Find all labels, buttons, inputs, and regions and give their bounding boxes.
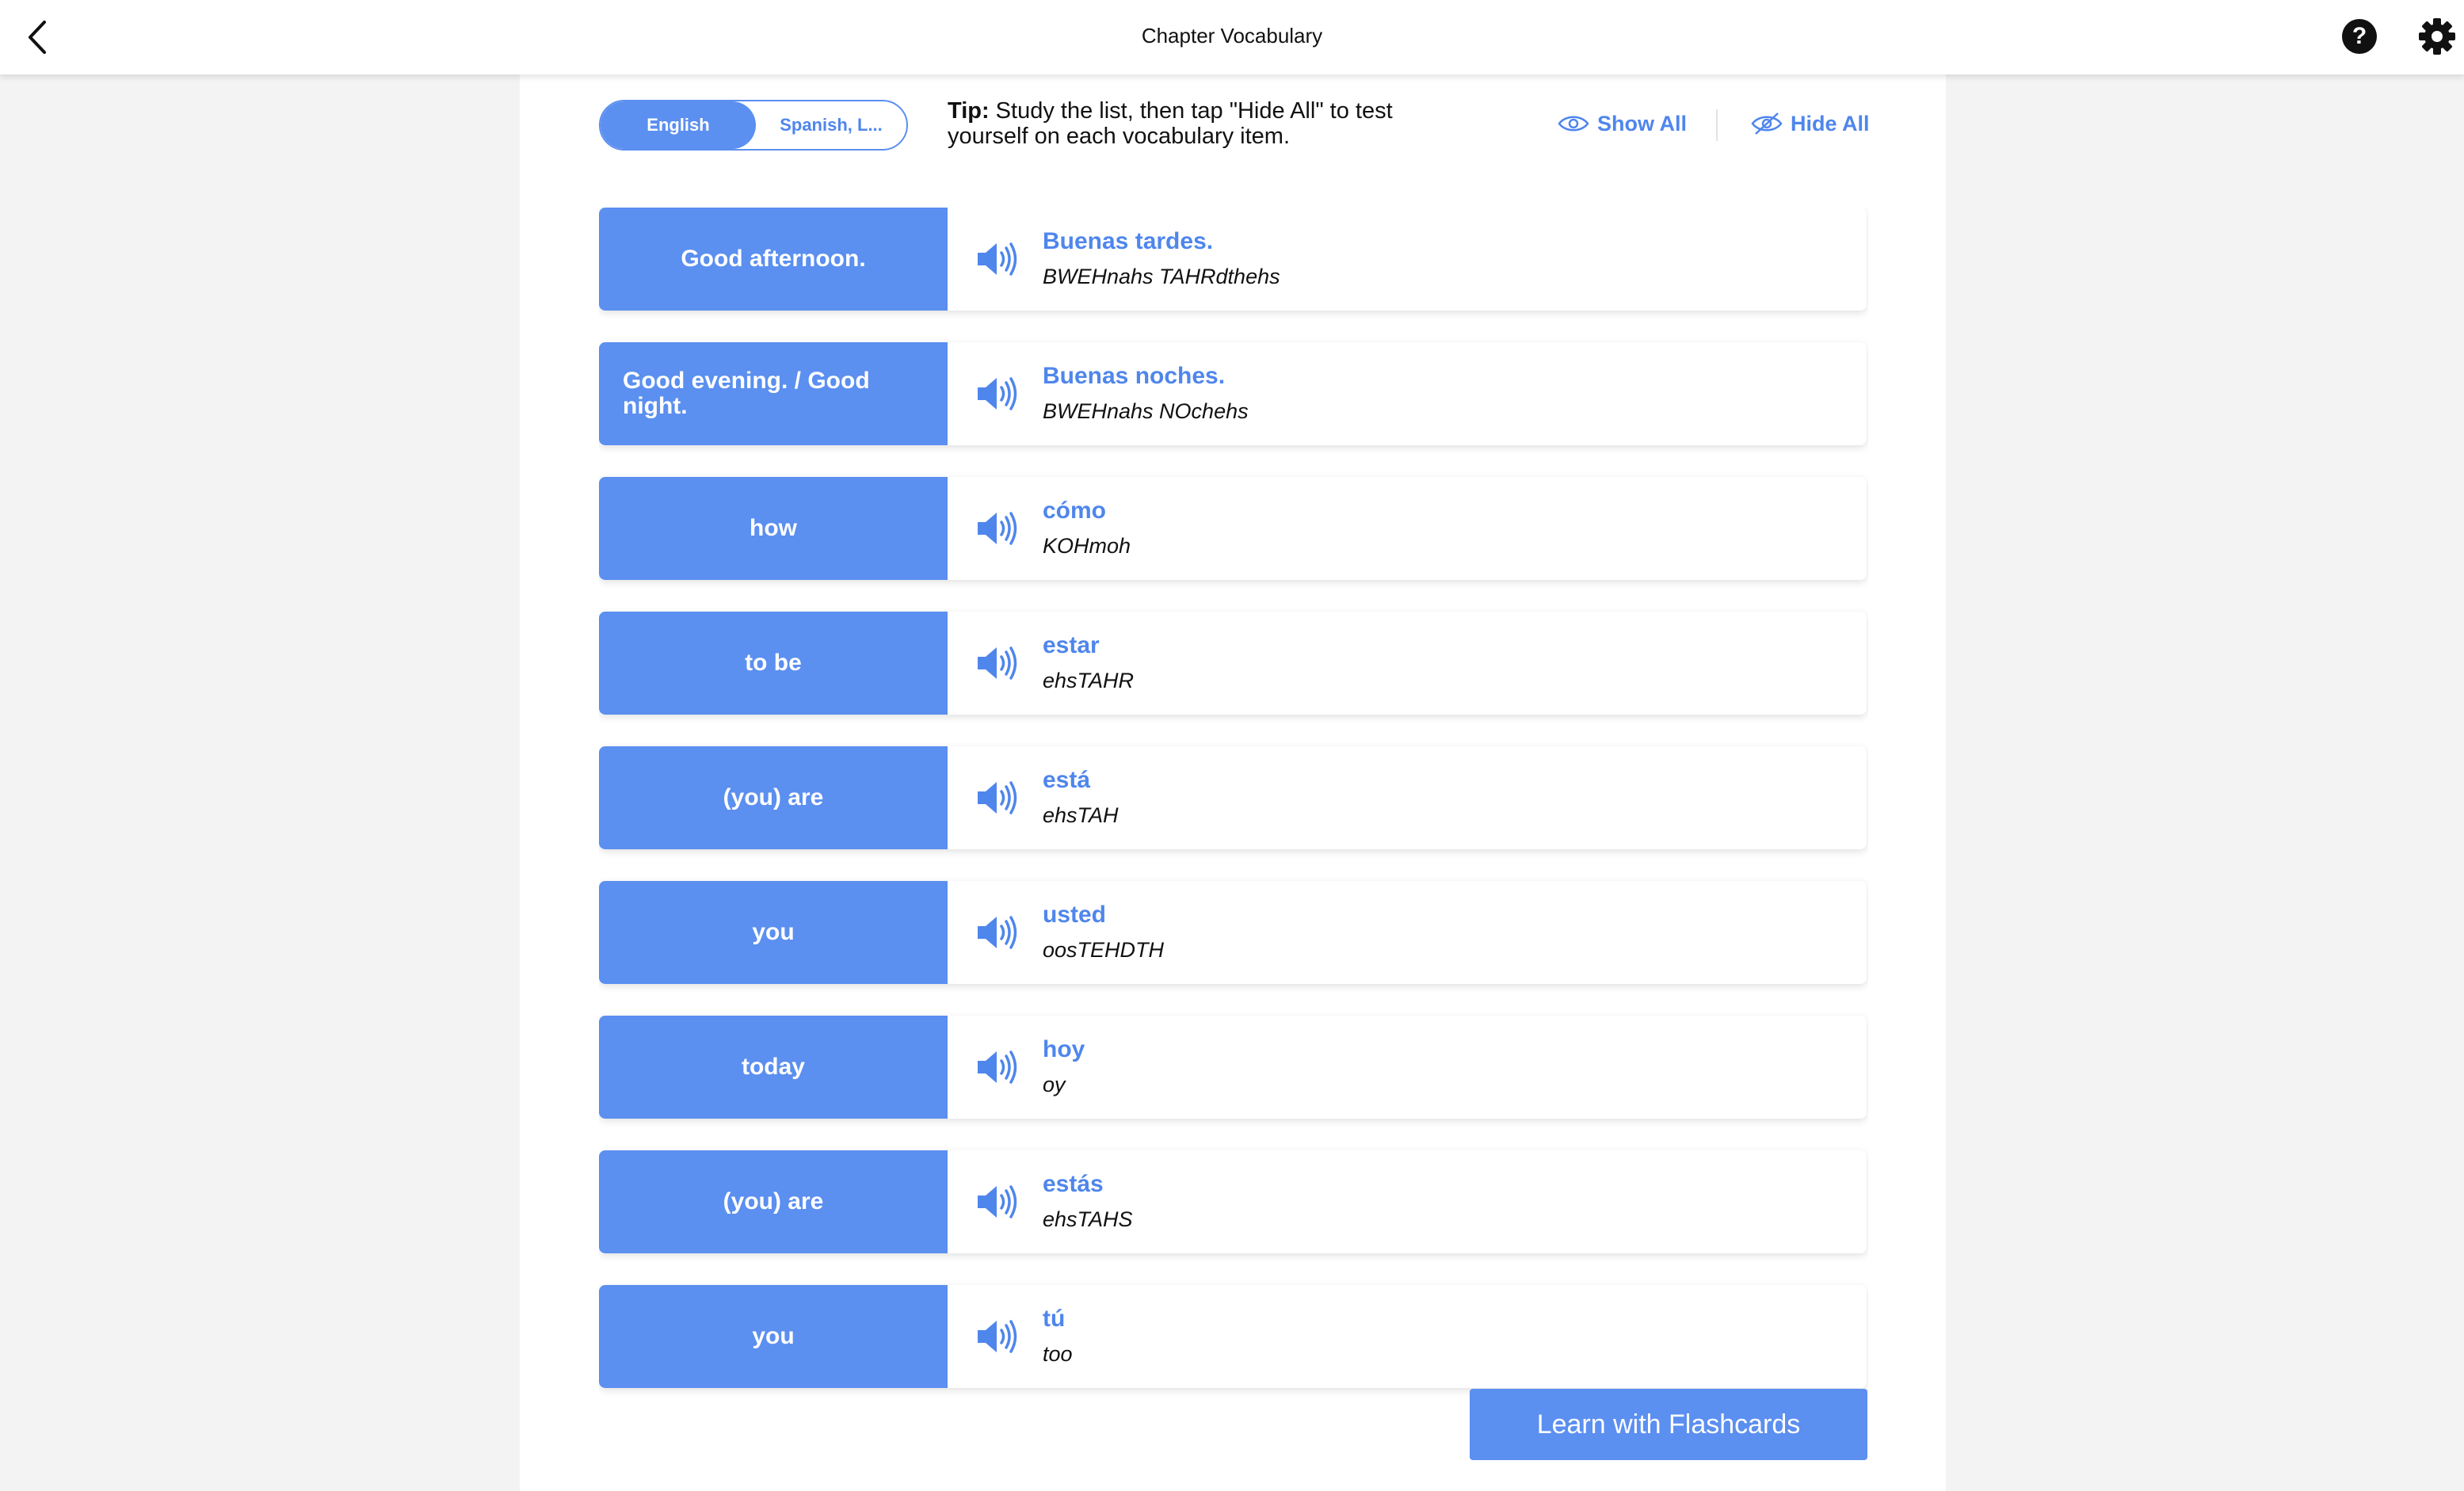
study-tip: Tip: Study the list, then tap "Hide All"… xyxy=(948,98,1470,149)
speaker-icon[interactable] xyxy=(975,778,1017,818)
vocab-pronunciation: KOHmoh xyxy=(1043,534,1131,558)
toggle-spanish[interactable]: Spanish, L... xyxy=(756,101,906,149)
settings-button[interactable] xyxy=(2416,16,2458,57)
vocabulary-panel: English Spanish, L... Tip: Study the lis… xyxy=(520,74,1946,1491)
vocab-card: to be estar ehsTAHR xyxy=(599,612,1867,715)
language-toggle: English Spanish, L... xyxy=(599,100,908,151)
vocab-translation: estar ehsTAHR xyxy=(948,612,1867,715)
eye-slash-icon xyxy=(1751,112,1783,135)
vocab-translation: Buenas tardes. BWEHnahs TAHRdthehs xyxy=(948,208,1867,311)
vocab-pronunciation: too xyxy=(1043,1342,1073,1366)
vocab-card: (you) are está ehsTAH xyxy=(599,746,1867,849)
vocab-pronunciation: ehsTAH xyxy=(1043,803,1119,827)
tip-text: Study the list, then tap "Hide All" to t… xyxy=(948,98,1393,149)
vocab-card: (you) are estás ehsTAHS xyxy=(599,1150,1867,1253)
vocab-english[interactable]: to be xyxy=(599,612,948,715)
show-all-button[interactable]: Show All xyxy=(1558,108,1687,139)
vocab-spanish: Buenas noches. xyxy=(1043,363,1226,389)
vocab-pronunciation: oosTEHDTH xyxy=(1043,938,1165,962)
vocab-pronunciation: BWEHnahs NOchehs xyxy=(1043,399,1249,423)
speaker-icon[interactable] xyxy=(975,1047,1017,1087)
hide-all-label: Hide All xyxy=(1791,111,1870,135)
vocab-translation: Buenas noches. BWEHnahs NOchehs xyxy=(948,342,1867,445)
vocab-english[interactable]: how xyxy=(599,477,948,580)
vocab-spanish: usted xyxy=(1043,902,1107,928)
speaker-icon[interactable] xyxy=(975,913,1017,952)
speaker-icon[interactable] xyxy=(975,509,1017,548)
speaker-icon[interactable] xyxy=(975,643,1017,683)
toggle-english[interactable]: English xyxy=(601,101,756,149)
vocab-spanish: cómo xyxy=(1043,498,1107,524)
vocab-card: you usted oosTEHDTH xyxy=(599,881,1867,984)
vocab-translation: cómo KOHmoh xyxy=(948,477,1867,580)
hide-all-button[interactable]: Hide All xyxy=(1751,108,1870,139)
vocab-card: you tú too xyxy=(599,1285,1867,1388)
vocab-english[interactable]: you xyxy=(599,1285,948,1388)
vocab-english[interactable]: (you) are xyxy=(599,1150,948,1253)
vocab-card: how cómo KOHmoh xyxy=(599,477,1867,580)
vocab-card: Good evening. / Good night. Buenas noche… xyxy=(599,342,1867,445)
vocab-pronunciation: BWEHnahs TAHRdthehs xyxy=(1043,265,1280,288)
speaker-icon[interactable] xyxy=(975,1182,1017,1222)
vocab-spanish: Buenas tardes. xyxy=(1043,228,1214,254)
vocab-card: today hoy oy xyxy=(599,1016,1867,1119)
vocab-translation: usted oosTEHDTH xyxy=(948,881,1867,984)
help-button[interactable]: ? xyxy=(2342,19,2377,54)
vocab-spanish: está xyxy=(1043,767,1091,793)
vocab-english[interactable]: Good evening. / Good night. xyxy=(599,342,948,445)
vocab-pronunciation: oy xyxy=(1043,1073,1066,1096)
speaker-icon[interactable] xyxy=(975,239,1017,279)
vocab-translation: está ehsTAH xyxy=(948,746,1867,849)
eye-icon xyxy=(1558,116,1589,132)
vocab-card: Good afternoon. Buenas tardes. BWEHnahs … xyxy=(599,208,1867,311)
vocab-english[interactable]: today xyxy=(599,1016,948,1119)
show-all-label: Show All xyxy=(1597,111,1687,135)
tip-label: Tip: xyxy=(948,98,990,124)
vocab-spanish: tú xyxy=(1043,1306,1066,1332)
vocab-pronunciation: ehsTAHR xyxy=(1043,669,1135,692)
page-title: Chapter Vocabulary xyxy=(1141,24,1323,48)
vocab-pronunciation: ehsTAHS xyxy=(1043,1207,1133,1231)
vocab-translation: tú too xyxy=(948,1285,1867,1388)
learn-with-flashcards-button[interactable]: Learn with Flashcards xyxy=(1470,1389,1867,1460)
vocab-english[interactable]: you xyxy=(599,881,948,984)
speaker-icon[interactable] xyxy=(975,1317,1017,1356)
question-circle-icon: ? xyxy=(2351,23,2367,49)
vocab-english[interactable]: Good afternoon. xyxy=(599,208,948,311)
controls-divider xyxy=(1716,109,1718,141)
vocab-translation: hoy oy xyxy=(948,1016,1867,1119)
vocabulary-list[interactable]: Good afternoon. Buenas tardes. BWEHnahs … xyxy=(599,208,1868,1443)
vocab-spanish: hoy xyxy=(1043,1036,1085,1062)
vocab-spanish: estar xyxy=(1043,632,1100,658)
vocab-english[interactable]: (you) are xyxy=(599,746,948,849)
gear-icon xyxy=(2419,18,2455,55)
vocab-translation: estás ehsTAHS xyxy=(948,1150,1867,1253)
top-bar: Chapter Vocabulary ? xyxy=(0,0,2464,74)
vocab-spanish: estás xyxy=(1043,1171,1104,1197)
speaker-icon[interactable] xyxy=(975,374,1017,414)
